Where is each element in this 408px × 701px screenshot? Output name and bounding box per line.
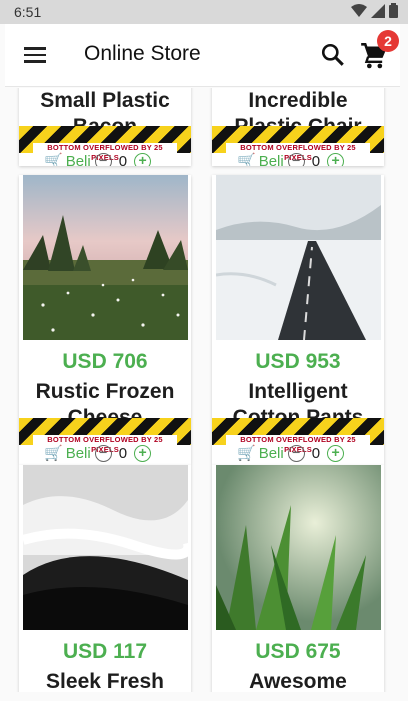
quantity-value: 0 [311,444,321,462]
decrease-button[interactable]: − [287,444,305,462]
increase-button[interactable]: + [134,444,152,462]
quantity-value: 0 [118,444,128,462]
product-card[interactable]: USD 953 Intelligent Cotton Pants BOTTOM … [212,175,384,465]
buy-button[interactable]: 🛒 Beli [44,152,91,167]
buy-button[interactable]: 🛒 Beli [237,444,284,463]
increase-button[interactable]: + [327,444,345,462]
product-actions: 🛒 Beli − 0 + [237,152,345,167]
foggy-hills-photo [23,465,188,630]
product-actions: 🛒 Beli − 0 + [237,444,345,463]
overflow-warning: BOTTOM OVERFLOWED BY 25 PIXELS [19,126,191,162]
increase-button[interactable]: + [134,152,152,166]
app-bar: Online Store 2 [5,24,400,87]
product-card[interactable]: Small Plastic Bacon BOTTOM OVERFLOWED BY… [19,88,191,166]
decrease-button[interactable]: − [287,152,305,166]
product-actions: 🛒 Beli − 0 + [44,152,152,167]
product-price: USD 706 [62,350,148,373]
signal-icon [371,3,385,18]
decrease-button[interactable]: − [94,152,112,166]
product-card[interactable]: Incredible Plastic Chair BOTTOM OVERFLOW… [212,88,384,166]
page-title: Online Store [84,42,201,65]
grass-photo [216,465,381,630]
overflow-warning: BOTTOM OVERFLOWED BY 25 PIXELS [212,418,384,454]
buy-button[interactable]: 🛒 Beli [237,152,284,167]
add-cart-icon: 🛒 [237,445,256,462]
battery-icon [389,3,398,18]
product-name: Sleek Fresh [46,670,164,692]
product-actions: 🛒 Beli − 0 + [44,444,152,463]
status-bar: 6:51 [0,0,408,24]
add-cart-icon: 🛒 [237,153,256,166]
overflow-warning: BOTTOM OVERFLOWED BY 25 PIXELS [212,126,384,162]
quantity-value: 0 [118,152,128,167]
product-name: Awesome [249,670,347,692]
product-price: USD 117 [62,640,148,663]
product-grid: Small Plastic Bacon BOTTOM OVERFLOWED BY… [5,88,400,692]
wifi-icon [351,3,367,17]
buy-button[interactable]: 🛒 Beli [44,444,91,463]
product-card[interactable]: USD 706 Rustic Frozen Cheese BOTTOM OVER… [19,175,191,465]
status-icons [351,3,398,18]
product-card[interactable]: USD 675 Awesome [212,465,384,692]
product-price: USD 953 [255,350,341,373]
quantity-value: 0 [311,152,321,167]
search-icon[interactable] [320,42,346,68]
overflow-warning: BOTTOM OVERFLOWED BY 25 PIXELS [19,418,191,454]
add-cart-icon: 🛒 [44,153,63,166]
meadow-photo [23,175,188,340]
menu-icon[interactable] [23,44,47,68]
status-time: 6:51 [14,4,42,20]
cart-count-badge: 2 [377,30,399,52]
product-card[interactable]: USD 117 Sleek Fresh [19,465,191,692]
snowy-road-photo [216,175,381,340]
decrease-button[interactable]: − [94,444,112,462]
add-cart-icon: 🛒 [44,445,63,462]
increase-button[interactable]: + [327,152,345,166]
product-price: USD 675 [255,640,341,663]
